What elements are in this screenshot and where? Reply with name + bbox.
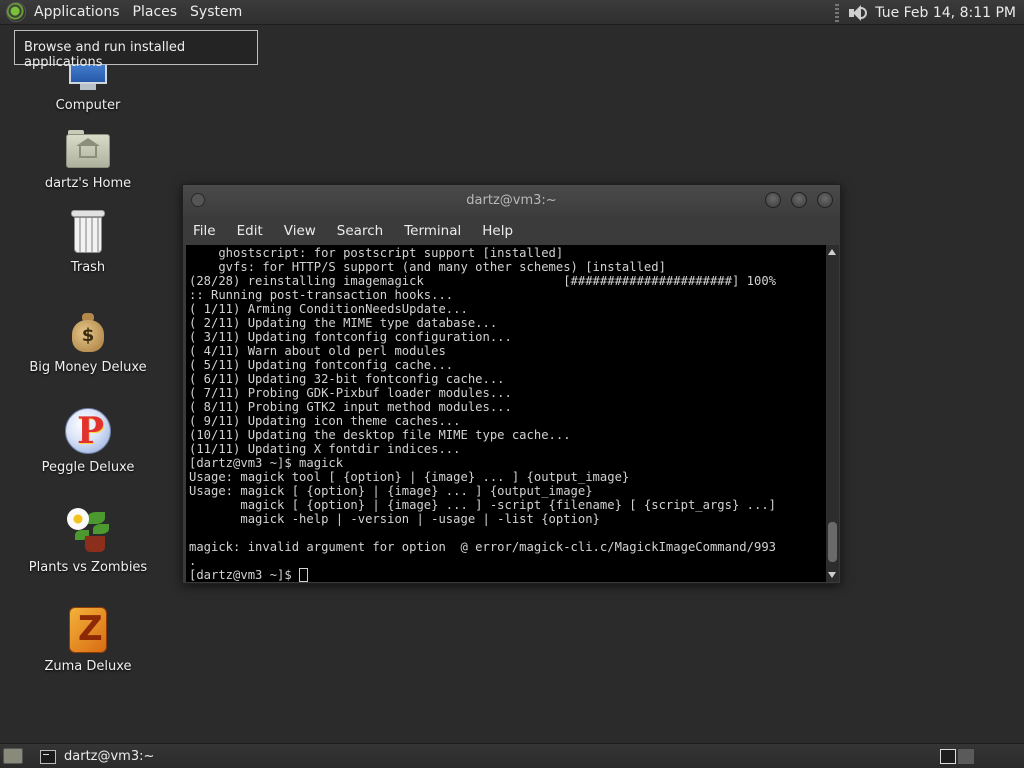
terminal-line: :: Running post-transaction hooks...	[189, 288, 454, 302]
terminal-window[interactable]: dartz@vm3:~ File Edit View Search Termin…	[182, 184, 841, 584]
desktop-icon-zuma[interactable]: Z Zuma Deluxe	[18, 607, 158, 674]
desktop-icon-label: Zuma Deluxe	[44, 659, 132, 674]
taskbar-terminal-button[interactable]: dartz@vm3:~	[34, 746, 224, 767]
desktop-icon-big-money[interactable]: $ Big Money Deluxe	[18, 312, 158, 375]
terminal-line: gvfs: for HTTP/S support (and many other…	[189, 260, 666, 274]
terminal-line: ghostscript: for postscript support [ins…	[189, 246, 564, 260]
peggle-icon: P	[65, 408, 111, 454]
terminal-line: (10/11) Updating the desktop file MIME t…	[189, 428, 571, 442]
distro-logo-icon[interactable]	[6, 2, 26, 22]
terminal-line: Usage: magick [ {option} | {image} ... ]…	[189, 484, 593, 498]
terminal-line: magick [ {option} | {image} ... ] -scrip…	[189, 498, 776, 512]
desktop-icon-label: Peggle Deluxe	[41, 460, 135, 475]
terminal-line: ( 8/11) Probing GTK2 input method module…	[189, 400, 512, 414]
desktop-icon-label: Big Money Deluxe	[29, 360, 147, 375]
terminal-line: (11/11) Updating X fontdir indices...	[189, 442, 461, 456]
terminal-line: ( 2/11) Updating the MIME type database.…	[189, 316, 498, 330]
menu-help[interactable]: Help	[482, 223, 513, 239]
menu-system[interactable]: System	[190, 4, 242, 20]
menu-edit[interactable]: Edit	[237, 223, 263, 239]
close-button[interactable]	[817, 192, 833, 208]
home-folder-icon	[66, 130, 110, 170]
terminal-line: ( 1/11) Arming ConditionNeedsUpdate...	[189, 302, 468, 316]
terminal-line: .	[189, 554, 197, 568]
menu-file[interactable]: File	[193, 223, 216, 239]
menu-view[interactable]: View	[284, 223, 316, 239]
bottom-panel: dartz@vm3:~	[0, 743, 1024, 768]
terminal-line: ( 6/11) Updating 32-bit fontconfig cache…	[189, 372, 505, 386]
terminal-menubar: File Edit View Search Terminal Help	[183, 217, 840, 245]
text-cursor	[299, 568, 309, 582]
panel-grip-icon	[835, 3, 840, 22]
clock[interactable]: Tue Feb 14, 8:11 PM	[875, 5, 1016, 21]
workspace-1[interactable]	[940, 749, 956, 764]
scroll-down-arrow-icon[interactable]	[828, 572, 836, 578]
minimize-button[interactable]	[765, 192, 781, 208]
applications-tooltip: Browse and run installed applications	[14, 30, 258, 70]
desktop-icon-trash[interactable]: Trash	[18, 210, 158, 275]
menu-places[interactable]: Places	[133, 4, 178, 20]
terminal-line: Usage: magick tool [ {option} | {image} …	[189, 470, 630, 484]
window-titlebar[interactable]: dartz@vm3:~	[183, 185, 840, 217]
desktop-icon-label: Computer	[55, 98, 121, 113]
trash-icon	[70, 210, 106, 254]
terminal-line: ( 4/11) Warn about old perl modules	[189, 344, 446, 358]
zuma-icon: Z	[69, 607, 107, 653]
terminal-line: magick: invalid argument for option @ er…	[189, 540, 776, 554]
terminal-prompt-line: [dartz@vm3 ~]$	[189, 568, 826, 582]
desktop-icon-peggle[interactable]: P Peggle Deluxe	[18, 408, 158, 475]
menu-applications[interactable]: Applications	[34, 4, 120, 20]
terminal-line: ( 3/11) Updating fontconfig configuratio…	[189, 330, 512, 344]
desktop-icon-label: Plants vs Zombies	[28, 560, 148, 575]
menu-search[interactable]: Search	[337, 223, 383, 239]
show-desktop-icon[interactable]	[3, 748, 23, 764]
desktop-icon-plants-vs-zombies[interactable]: Plants vs Zombies	[18, 506, 158, 575]
terminal-icon	[40, 749, 56, 764]
terminal-line: (28/28) reinstalling imagemagick [######…	[189, 274, 776, 288]
terminal-line: [dartz@vm3 ~]$ magick	[189, 456, 344, 470]
top-panel-tray: Tue Feb 14, 8:11 PM	[835, 0, 1024, 25]
menu-terminal[interactable]: Terminal	[404, 223, 461, 239]
terminal-output[interactable]: ghostscript: for postscript support [ins…	[186, 245, 826, 582]
desktop-icon-home[interactable]: dartz's Home	[18, 130, 158, 191]
terminal-line: ( 7/11) Probing GDK-Pixbuf loader module…	[189, 386, 512, 400]
taskbar-label: dartz@vm3:~	[64, 749, 155, 764]
terminal-line: ( 5/11) Updating fontconfig cache...	[189, 358, 454, 372]
window-title: dartz@vm3:~	[466, 193, 557, 208]
terminal-prompt: [dartz@vm3 ~]$	[189, 568, 300, 582]
terminal-line: magick -help | -version | -usage | -list…	[189, 512, 600, 526]
money-bag-icon: $	[70, 312, 106, 354]
desktop-icon-label: Trash	[70, 260, 106, 275]
desktop-icon-label: dartz's Home	[44, 176, 132, 191]
workspace-2[interactable]	[958, 749, 974, 764]
speaker-volume-icon[interactable]	[847, 3, 869, 23]
scroll-up-arrow-icon[interactable]	[828, 249, 836, 255]
top-panel: Applications Places System Tue Feb 14, 8…	[0, 0, 1024, 25]
plants-vs-zombies-icon	[65, 506, 111, 554]
terminal-scrollbar[interactable]	[826, 245, 839, 582]
scrollbar-thumb[interactable]	[828, 522, 837, 562]
maximize-button[interactable]	[791, 192, 807, 208]
terminal-line: ( 9/11) Updating icon theme caches...	[189, 414, 461, 428]
